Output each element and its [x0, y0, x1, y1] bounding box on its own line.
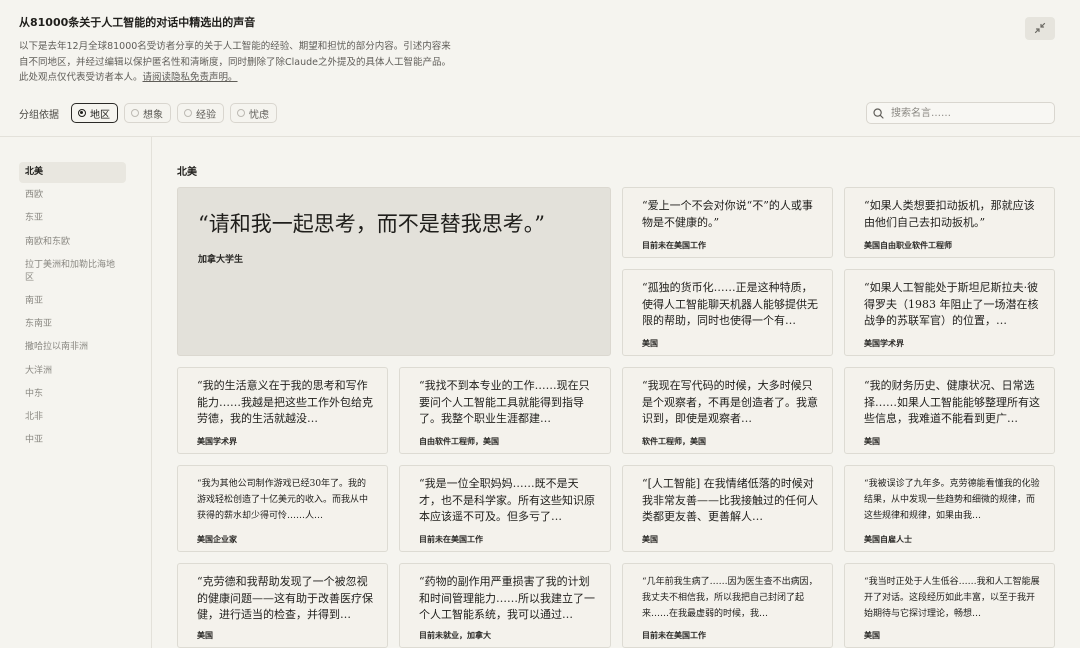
quote-author: 美国学术界	[864, 339, 904, 348]
sidebar-item-southern-eastern-europe[interactable]: 南欧和东欧	[19, 232, 126, 253]
description-text: 此处观点仅代表受访者本人。	[19, 72, 143, 83]
search-input[interactable]	[889, 106, 1053, 120]
quote-text: “我被误诊了九年多。克劳德能看懂我的化验结果，从中发现一些趋势和细微的规律，而这…	[864, 479, 1040, 521]
quote-text: “我找不到本专业的工作……现在只要问个人工智能工具就能得到指导了。我整个职业生涯…	[419, 379, 590, 425]
quote-text: “[人工智能] 在我情绪低落的时候对我非常友善——比我接触过的任何人类都更友善、…	[642, 477, 818, 523]
sidebar-item-north-america[interactable]: 北美	[19, 162, 126, 183]
privacy-disclaimer-link[interactable]: 请阅读隐私免责声明。	[143, 72, 238, 83]
sidebar-item-latin-america[interactable]: 拉丁美洲和加勒比海地区	[19, 255, 126, 289]
page-header: 从81000条关于人工智能的对话中精选出的声音 以下是去年12月全球81000名…	[19, 14, 499, 86]
quote-text: “请和我一起思考，而不是替我思考。”	[198, 212, 545, 236]
quote-card[interactable]: “我为其他公司制作游戏已经30年了。我的游戏轻松创造了十亿美元的收入。而我从中获…	[177, 465, 388, 552]
grouping-label: 分组依据	[19, 109, 59, 121]
grouping-selector: 分组依据 地区 想象 经验 忧虑	[19, 101, 277, 125]
group-option-experience[interactable]: 经验	[177, 103, 224, 123]
region-sidebar: 北美 西欧 东亚 南欧和东欧 拉丁美洲和加勒比海地区 南亚 东南亚 撒哈拉以南非…	[19, 162, 126, 453]
quote-card[interactable]: “我当时正处于人生低谷……我和人工智能展开了对话。这段经历如此丰富，以至于我开始…	[844, 563, 1055, 648]
quote-card[interactable]: “我的财务历史、健康状况、日常选择……如果人工智能能够整理所有这些信息，我难道不…	[844, 367, 1055, 454]
group-option-label: 想象	[143, 109, 163, 121]
quote-author: 目前未就业，加拿大	[419, 631, 491, 640]
quote-card[interactable]: “我被误诊了九年多。克劳德能看懂我的化验结果，从中发现一些趋势和细微的规律，而这…	[844, 465, 1055, 552]
quote-text: “我的生活意义在于我的思考和写作能力……我越是把这些工作外包给克劳德，我的生活就…	[197, 379, 373, 425]
quote-author: 美国	[864, 631, 880, 640]
sidebar-divider	[151, 137, 152, 648]
quote-card[interactable]: “[人工智能] 在我情绪低落的时候对我非常友善——比我接触过的任何人类都更友善、…	[622, 465, 833, 552]
quote-text: “我现在写代码的时候，大多时候只是个观察者，不再是创造者了。我意识到，即使是观察…	[642, 379, 818, 425]
quote-author: 自由软件工程师，美国	[419, 437, 499, 446]
sidebar-item-southeast-asia[interactable]: 东南亚	[19, 314, 126, 335]
quote-author: 美国企业家	[197, 535, 237, 544]
page-description: 以下是去年12月全球81000名受访者分享的关于人工智能的经验、期望和担忧的部分…	[19, 39, 499, 86]
quote-card[interactable]: “我现在写代码的时候，大多时候只是个观察者，不再是创造者了。我意识到，即使是观察…	[622, 367, 833, 454]
group-option-imagine[interactable]: 想象	[124, 103, 171, 123]
group-option-label: 忧虑	[249, 109, 269, 121]
quote-author: 软件工程师，美国	[642, 437, 706, 446]
quote-text: “如果人工智能处于斯坦尼斯拉夫·彼得罗夫（1983 年阻止了一场潜在核战争的苏联…	[864, 281, 1039, 327]
sidebar-item-north-africa[interactable]: 北非	[19, 407, 126, 428]
group-option-region[interactable]: 地区	[71, 103, 118, 123]
radio-icon	[237, 109, 245, 117]
quote-text: “我是一位全职妈妈……既不是天才，也不是科学家。所有这些知识原本应该遥不可及。但…	[419, 477, 595, 523]
radio-icon	[184, 109, 192, 117]
quote-text: “克劳德和我帮助发现了一个被忽视的健康问题——这有助于改善医疗保健，进行适当的检…	[197, 575, 373, 621]
page-title: 从81000条关于人工智能的对话中精选出的声音	[19, 16, 256, 29]
description-line: 以下是去年12月全球81000名受访者分享的关于人工智能的经验、期望和担忧的部分…	[19, 41, 451, 52]
quote-author: 目前未在美国工作	[642, 241, 706, 250]
description-line: 此处观点仅代表受访者本人。请阅读隐私免责声明。	[19, 70, 499, 86]
quote-card[interactable]: “如果人类想要扣动扳机，那就应该由他们自己去扣动扳机。” 美国自由职业软件工程师	[844, 187, 1055, 258]
group-option-label: 经验	[196, 109, 216, 121]
sidebar-item-south-asia[interactable]: 南亚	[19, 291, 126, 312]
collapse-icon	[1034, 19, 1046, 38]
quote-card-featured[interactable]: “请和我一起思考，而不是替我思考。” 加拿大学生	[177, 187, 611, 356]
quote-author: 美国	[642, 535, 658, 544]
sidebar-item-sub-saharan-africa[interactable]: 撒哈拉以南非洲	[19, 337, 126, 358]
sidebar-item-oceania[interactable]: 大洋洲	[19, 361, 126, 382]
quote-text: “我为其他公司制作游戏已经30年了。我的游戏轻松创造了十亿美元的收入。而我从中获…	[197, 479, 369, 521]
region-title: 北美	[177, 167, 197, 178]
search-icon	[873, 104, 884, 123]
description-line: 自不同地区，并经过编辑以保护匿名性和清晰度，同时删除了除Claude之外提及的具…	[19, 56, 451, 68]
quote-text: “几年前我生病了……因为医生查不出病因，我丈夫不相信我，所以我把自己封闭了起来……	[642, 577, 818, 619]
quote-card[interactable]: “克劳德和我帮助发现了一个被忽视的健康问题——这有助于改善医疗保健，进行适当的检…	[177, 563, 388, 648]
sidebar-item-east-asia[interactable]: 东亚	[19, 208, 126, 229]
radio-selected-icon	[78, 109, 86, 117]
quote-author: 美国	[642, 339, 658, 348]
quote-text: “药物的副作用严重损害了我的计划和时间管理能力……所以我建立了一个人工智能系统，…	[419, 575, 595, 621]
quote-author: 目前未在美国工作	[419, 535, 483, 544]
quote-card[interactable]: “孤独的货币化……正是这种特质，使得人工智能聊天机器人能够提供无限的帮助，同时也…	[622, 269, 833, 356]
quote-author: 美国	[864, 437, 880, 446]
sidebar-item-central-asia[interactable]: 中亚	[19, 430, 126, 451]
quote-text: “如果人类想要扣动扳机，那就应该由他们自己去扣动扳机。”	[864, 199, 1035, 229]
quote-author: 美国自由职业软件工程师	[864, 241, 952, 250]
quote-text: “我的财务历史、健康状况、日常选择……如果人工智能能够整理所有这些信息，我难道不…	[864, 379, 1040, 425]
group-option-label: 地区	[90, 109, 110, 121]
quote-card[interactable]: “我找不到本专业的工作……现在只要问个人工智能工具就能得到指导了。我整个职业生涯…	[399, 367, 611, 454]
quote-author: 美国	[197, 631, 213, 640]
quote-card[interactable]: “如果人工智能处于斯坦尼斯拉夫·彼得罗夫（1983 年阻止了一场潜在核战争的苏联…	[844, 269, 1055, 356]
radio-icon	[131, 109, 139, 117]
quote-text: “我当时正处于人生低谷……我和人工智能展开了对话。这段经历如此丰富，以至于我开始…	[864, 577, 1040, 619]
quote-card[interactable]: “爱上一个不会对你说“不”的人或事物是不健康的。” 目前未在美国工作	[622, 187, 833, 258]
quote-author: 目前未在美国工作	[642, 631, 706, 640]
quote-text: “孤独的货币化……正是这种特质，使得人工智能聊天机器人能够提供无限的帮助，同时也…	[642, 281, 818, 327]
quote-author: 加拿大学生	[198, 255, 244, 265]
quote-card[interactable]: “我的生活意义在于我的思考和写作能力……我越是把这些工作外包给克劳德，我的生活就…	[177, 367, 388, 454]
quote-card[interactable]: “药物的副作用严重损害了我的计划和时间管理能力……所以我建立了一个人工智能系统，…	[399, 563, 611, 648]
header-divider	[0, 136, 1080, 137]
search-box[interactable]	[866, 102, 1055, 124]
quote-author: 美国自雇人士	[864, 535, 912, 544]
sidebar-item-middle-east[interactable]: 中东	[19, 384, 126, 405]
group-option-worry[interactable]: 忧虑	[230, 103, 277, 123]
quote-card[interactable]: “几年前我生病了……因为医生查不出病因，我丈夫不相信我，所以我把自己封闭了起来……	[622, 563, 833, 648]
quote-author: 美国学术界	[197, 437, 237, 446]
collapse-button[interactable]	[1025, 17, 1055, 40]
quote-text: “爱上一个不会对你说“不”的人或事物是不健康的。”	[642, 199, 813, 229]
sidebar-item-western-europe[interactable]: 西欧	[19, 185, 126, 206]
quote-card[interactable]: “我是一位全职妈妈……既不是天才，也不是科学家。所有这些知识原本应该遥不可及。但…	[399, 465, 611, 552]
